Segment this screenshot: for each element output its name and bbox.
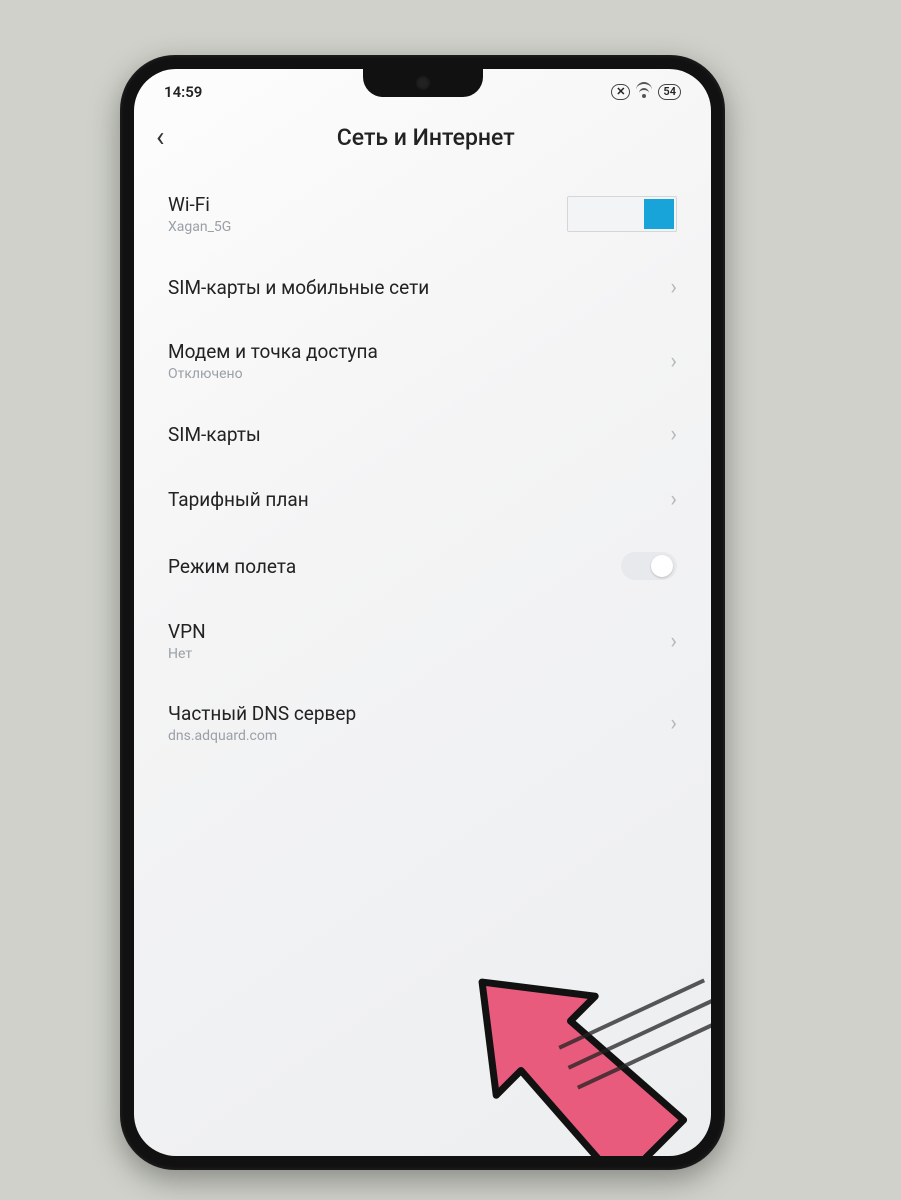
row-sublabel: Нет <box>168 646 206 662</box>
row-label: Частный DNS сервер <box>168 702 356 725</box>
page-header: ‹ Сеть и Интернет <box>134 109 711 173</box>
row-label: Тарифный план <box>168 488 309 511</box>
wifi-icon <box>636 86 652 98</box>
status-time: 14:59 <box>164 83 202 101</box>
row-label: SIM-карты и мобильные сети <box>168 276 429 299</box>
chevron-right-icon: › <box>670 422 677 447</box>
row-sublabel: dns.adquard.com <box>168 728 356 744</box>
chevron-right-icon: › <box>670 629 677 654</box>
row-label: Режим полета <box>168 555 296 578</box>
sim-status-icon: ✕ <box>611 84 630 100</box>
chevron-right-icon: › <box>670 275 677 300</box>
status-right: ✕ 54 <box>611 84 681 100</box>
row-label: VPN <box>168 620 206 643</box>
row-sim-cards[interactable]: SIM-карты › <box>148 402 697 467</box>
row-private-dns[interactable]: Частный DNS сервер dns.adquard.com › <box>148 682 697 764</box>
row-data-plan[interactable]: Тарифный план › <box>148 467 697 532</box>
row-sim-networks[interactable]: SIM-карты и мобильные сети › <box>148 255 697 320</box>
battery-indicator: 54 <box>658 84 681 100</box>
page-title: Сеть и Интернет <box>188 124 663 151</box>
settings-list: Wi-Fi Xagan_5G SIM-карты и мобильные сет… <box>134 173 711 764</box>
airplane-toggle[interactable] <box>621 552 677 580</box>
notch <box>363 69 483 97</box>
row-sublabel: Отключено <box>168 366 378 382</box>
wifi-toggle[interactable] <box>567 196 677 232</box>
chevron-right-icon: › <box>670 487 677 512</box>
row-wifi[interactable]: Wi-Fi Xagan_5G <box>148 173 697 255</box>
back-button[interactable]: ‹ <box>156 123 164 151</box>
row-sublabel: Xagan_5G <box>168 219 231 235</box>
chevron-right-icon: › <box>670 711 677 736</box>
row-label: SIM-карты <box>168 423 261 446</box>
chevron-right-icon: › <box>670 349 677 374</box>
row-vpn[interactable]: VPN Нет › <box>148 600 697 682</box>
row-airplane-mode[interactable]: Режим полета <box>148 532 697 600</box>
screen: 14:59 ✕ 54 ‹ Сеть и Интернет Wi-Fi Xagan… <box>134 69 711 1156</box>
annotation-motion-lines <box>551 962 711 1106</box>
row-label: Модем и точка доступа <box>168 340 378 363</box>
phone-frame: 14:59 ✕ 54 ‹ Сеть и Интернет Wi-Fi Xagan… <box>120 55 725 1170</box>
row-label: Wi-Fi <box>168 193 231 216</box>
row-tethering[interactable]: Модем и точка доступа Отключено › <box>148 320 697 402</box>
